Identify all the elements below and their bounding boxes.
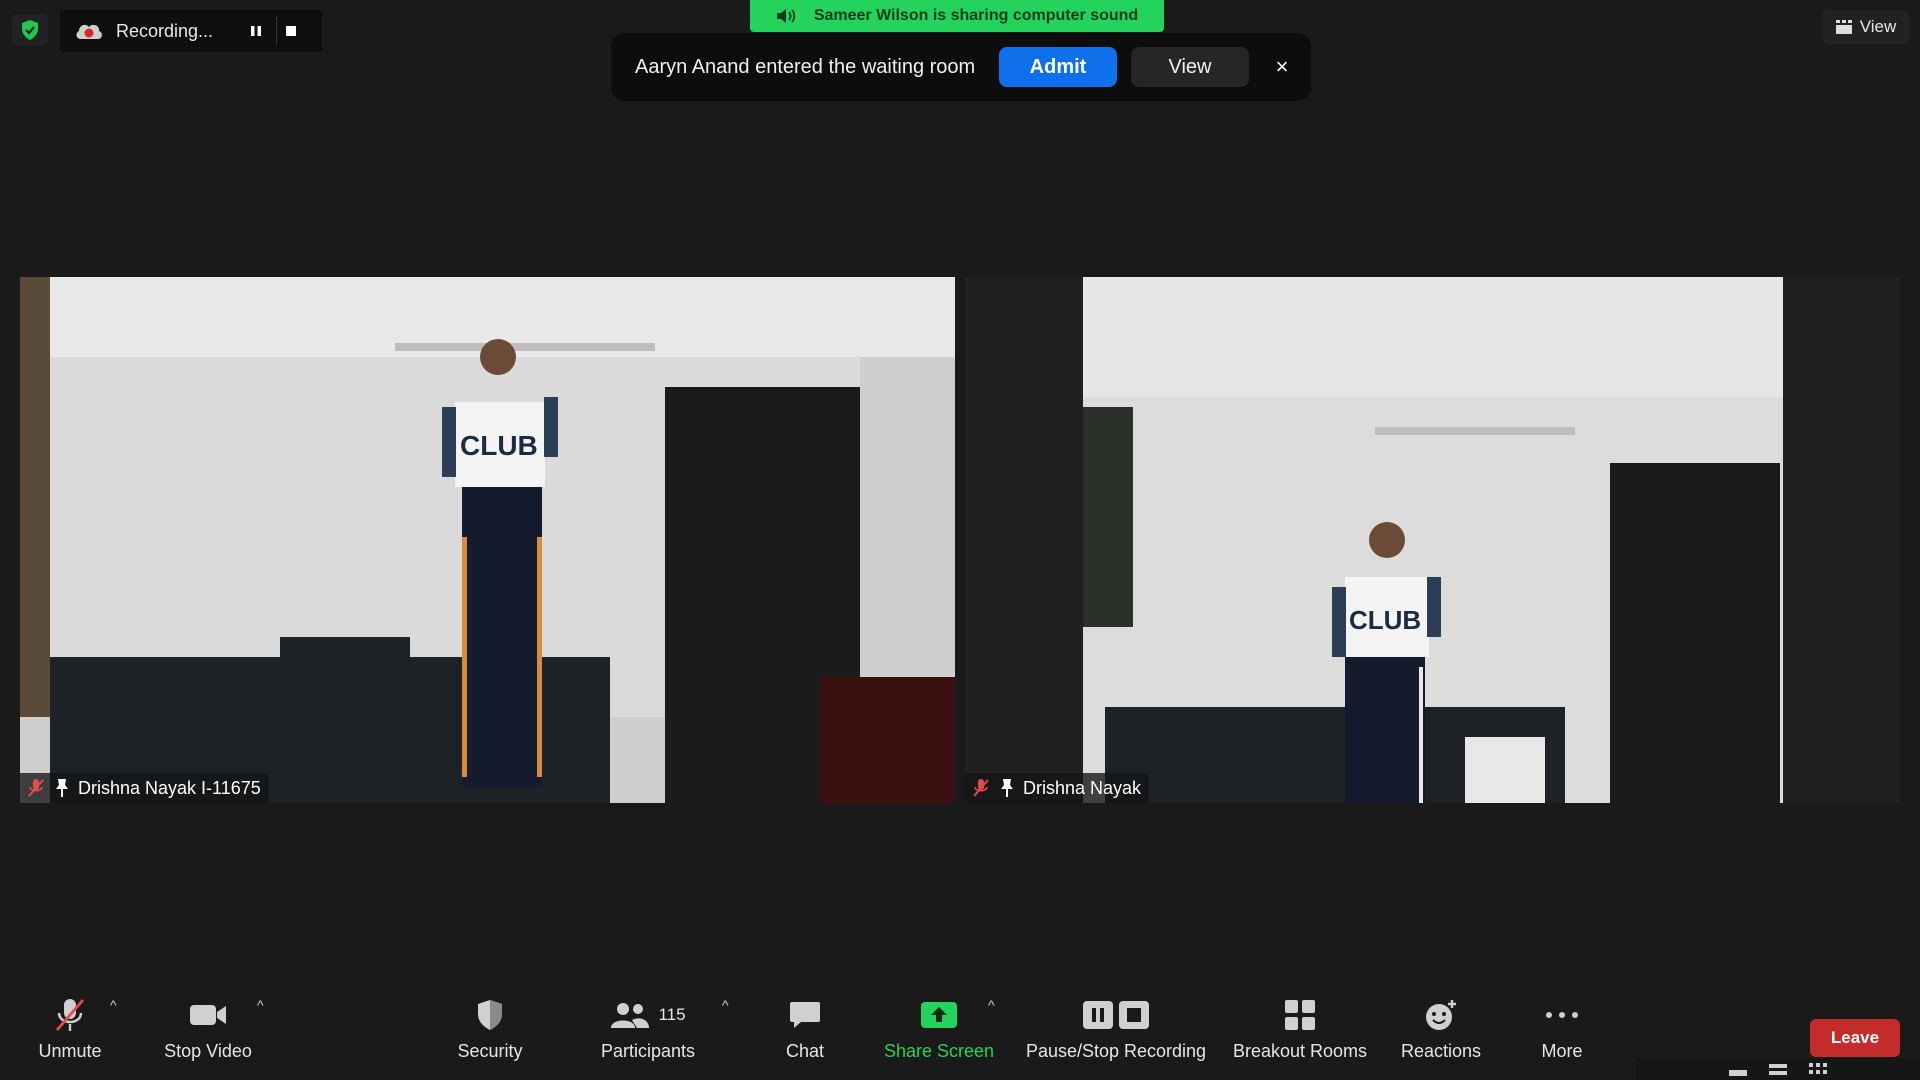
- more-button[interactable]: More: [1530, 993, 1594, 1062]
- participant-video-feed: CLUB: [20, 277, 955, 803]
- layout-switcher: [1636, 1058, 1920, 1080]
- breakout-rooms-icon: [1230, 993, 1370, 1037]
- security-status-icon[interactable]: [12, 14, 48, 46]
- participants-count: 115: [658, 1005, 686, 1024]
- pause-stop-recording-label: Pause/Stop Recording: [1025, 1041, 1207, 1061]
- more-dots-icon: [1530, 993, 1594, 1037]
- share-screen-button[interactable]: Share Screen: [880, 993, 998, 1062]
- waiting-room-message: Aaryn Anand entered the waiting room: [635, 55, 976, 78]
- people-icon: [611, 1003, 650, 1028]
- recording-indicator: Recording...: [60, 10, 322, 52]
- security-label: Security: [457, 1041, 523, 1061]
- video-tile-2[interactable]: CLUB Drishna Nayak: [965, 277, 1900, 803]
- cloud-recording-icon: [74, 21, 104, 41]
- participants-options-caret[interactable]: ^: [722, 997, 729, 1013]
- participants-label: Participants: [600, 1041, 696, 1061]
- mic-muted-icon: [971, 777, 991, 799]
- pause-stop-recording-icon: [1022, 993, 1210, 1037]
- chat-bubble-icon: [770, 993, 840, 1037]
- svg-text:CLUB: CLUB: [1349, 605, 1421, 635]
- sharing-sound-text: Sameer Wilson is sharing computer sound: [813, 7, 1139, 24]
- participant-video-feed: CLUB: [965, 277, 1900, 803]
- chat-label: Chat: [785, 1041, 825, 1061]
- smiley-add-icon: [1396, 993, 1486, 1037]
- pause-recording-button[interactable]: [242, 17, 270, 45]
- svg-text:CLUB: CLUB: [460, 430, 538, 461]
- speaker-view-icon[interactable]: [1729, 1062, 1747, 1076]
- participants-button[interactable]: 115 Participants: [596, 993, 700, 1062]
- view-layout-button[interactable]: View: [1822, 10, 1910, 44]
- stop-video-label: Stop Video: [164, 1041, 252, 1061]
- more-label: More: [1541, 1041, 1583, 1061]
- share-options-caret[interactable]: ^: [988, 997, 995, 1013]
- video-options-caret[interactable]: ^: [257, 997, 264, 1013]
- pin-icon: [997, 777, 1017, 799]
- pin-icon: [52, 777, 72, 799]
- recording-label: Recording...: [116, 20, 214, 41]
- security-button[interactable]: Security: [450, 993, 530, 1062]
- participant-name: Drishna Nayak: [1023, 777, 1142, 798]
- grid-icon: [1835, 20, 1852, 34]
- sharing-sound-banner: Sameer Wilson is sharing computer sound: [750, 0, 1164, 32]
- pause-icon: [251, 26, 261, 36]
- reactions-button[interactable]: Reactions: [1396, 993, 1486, 1062]
- audio-options-caret[interactable]: ^: [110, 997, 117, 1013]
- stop-icon: [286, 26, 296, 36]
- list-view-icon[interactable]: [1769, 1062, 1787, 1076]
- video-tile-1[interactable]: CLUB Drishna Nayak I-11675: [20, 277, 955, 803]
- participants-icon-group: 115: [596, 993, 700, 1037]
- view-label: View: [1859, 17, 1897, 36]
- breakout-rooms-button[interactable]: Breakout Rooms: [1230, 993, 1370, 1062]
- participant-nameplate: Drishna Nayak I-11675: [20, 773, 269, 803]
- share-screen-arrow-icon: [880, 993, 998, 1037]
- stop-video-button[interactable]: Stop Video: [160, 993, 256, 1062]
- gallery-view-icon[interactable]: [1809, 1062, 1827, 1076]
- shield-icon: [450, 993, 530, 1037]
- unmute-button[interactable]: Unmute: [28, 993, 112, 1062]
- breakout-rooms-label: Breakout Rooms: [1232, 1041, 1368, 1061]
- close-notification-button[interactable]: ×: [1265, 50, 1299, 84]
- view-waiting-room-button[interactable]: View: [1131, 47, 1249, 87]
- mic-muted-icon: [28, 993, 112, 1037]
- pause-stop-recording-button[interactable]: Pause/Stop Recording: [1022, 993, 1210, 1062]
- shield-check-icon: [22, 20, 38, 40]
- unmute-label: Unmute: [38, 1041, 102, 1061]
- meeting-toolbar: Unmute ^ Stop Video ^ Security 115 Parti…: [0, 985, 1920, 1080]
- participant-name: Drishna Nayak I-11675: [78, 777, 261, 798]
- participant-nameplate: Drishna Nayak: [965, 773, 1150, 803]
- leave-button[interactable]: Leave: [1810, 1019, 1900, 1057]
- video-camera-icon: [160, 993, 256, 1037]
- stop-recording-button[interactable]: [276, 17, 305, 45]
- admit-button[interactable]: Admit: [999, 47, 1117, 87]
- share-screen-label: Share Screen: [883, 1041, 995, 1061]
- reactions-label: Reactions: [1400, 1041, 1482, 1061]
- mic-muted-icon: [26, 777, 46, 799]
- speaker-icon: [776, 9, 795, 23]
- close-icon: ×: [1275, 54, 1289, 79]
- chat-button[interactable]: Chat: [770, 993, 840, 1062]
- waiting-room-notification: Aaryn Anand entered the waiting room Adm…: [611, 33, 1311, 101]
